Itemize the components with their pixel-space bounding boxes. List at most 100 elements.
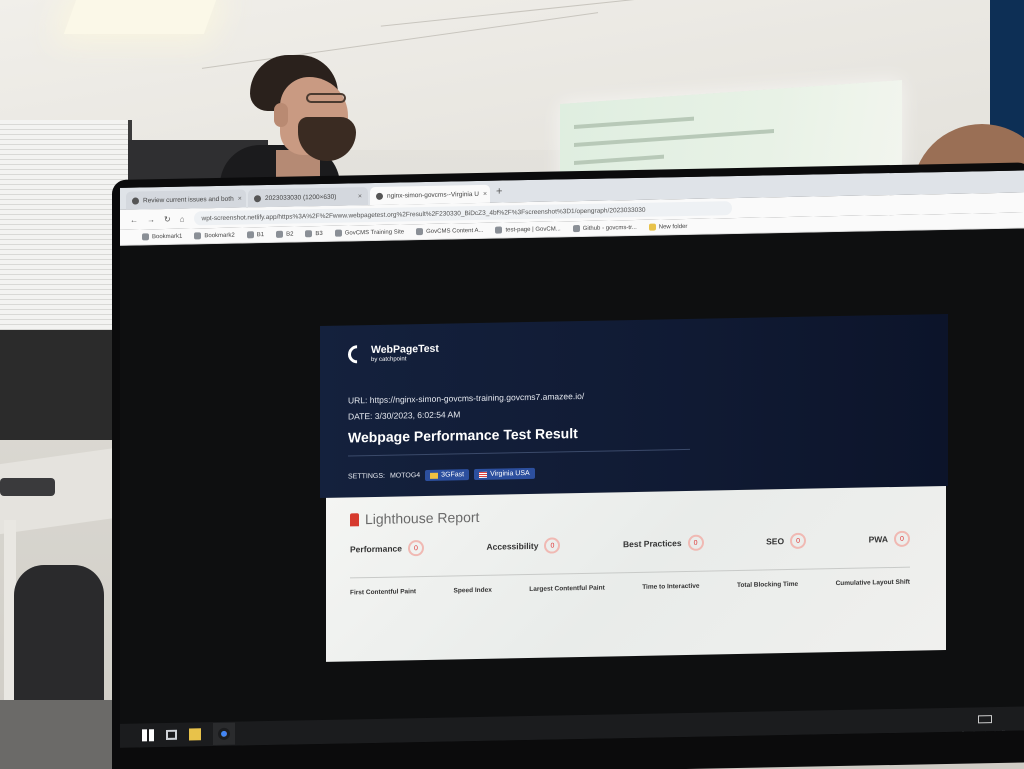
tab-favicon-icon [376,192,383,200]
bookmark-label: Bookmark1 [152,233,183,240]
score-label: Best Practices [623,538,682,550]
bookmark[interactable]: B3 [305,230,323,238]
settings-label: SETTINGS: [348,472,385,481]
bookmark-label: B1 [256,231,265,238]
tab-label: nginx-simon-govcms--Virginia U [387,190,479,200]
us-flag-icon [479,471,488,478]
home-icon[interactable]: ⌂ [180,214,185,223]
bookmark-icon [142,233,149,241]
tab-favicon-icon [132,196,139,205]
bookmark[interactable]: GovCMS Content A... [416,227,484,236]
logo-text: WebPageTest by catchpoint [371,342,439,363]
bookmark[interactable]: test-page | GovCM... [495,225,561,234]
windows-start-icon[interactable] [142,729,154,742]
logo-subtitle: by catchpoint [371,356,407,363]
lighthouse-metrics: First Contentful Paint Speed Index Large… [350,579,910,597]
bookmark-label: B2 [286,231,294,238]
bookmark-icon [305,230,313,238]
lighthouse-card: Lighthouse Report Performance 0 Accessibi… [326,485,946,662]
chrome-taskbar-button[interactable] [213,722,235,746]
gauge-icon [344,341,370,368]
close-icon[interactable]: × [483,190,487,197]
bookmark-label: B3 [315,230,323,237]
score-pwa: PWA 0 [868,530,910,548]
folder-icon [648,223,656,231]
score-label: Performance [350,543,402,555]
bookmark[interactable]: Bookmark1 [142,233,182,241]
bookmark[interactable]: B2 [276,230,294,238]
wpt-result-card: WebPageTest by catchpoint URL: https://ng… [320,313,948,499]
bookmark-icon [416,228,424,236]
activate-windows-watermark: Activate Win Go to Settings to [960,729,1012,748]
bookmark-icon [194,232,202,240]
screen: Review current issues and both × 20230330… [120,170,1024,748]
metric-label: First Contentful Paint [350,588,417,597]
location-badge: Virginia USA [474,467,535,481]
keyboard-tray-icon[interactable] [978,715,992,724]
bookmark-label: Github - govcms-tr... [582,224,637,232]
bookmark-label: test-page | GovCM... [505,225,561,233]
test-date: DATE: 3/30/2023, 6:02:54 AM [348,409,461,422]
page-title: Webpage Performance Test Result [348,425,578,446]
browser-tab[interactable]: Review current issues and both × [126,189,246,210]
url-text: wpt-screenshot.netlify.app/https%3A%2F%2… [201,206,646,222]
presenter-glasses [306,93,346,103]
signal-icon [430,472,439,479]
forward-icon[interactable]: → [147,215,155,224]
score-label: Accessibility [486,540,539,552]
score-value: 0 [790,532,807,549]
new-tab-button[interactable]: + [496,186,502,198]
location-label: Virginia USA [490,469,530,478]
lighthouse-icon [350,512,359,526]
reload-icon[interactable]: ↻ [164,214,171,223]
projection-line [574,116,694,129]
close-icon[interactable]: × [358,193,362,200]
bookmark-icon [334,229,342,237]
bookmark[interactable]: GovCMS Training Site [334,228,404,237]
wpt-logo: WebPageTest by catchpoint [344,341,439,368]
blue-wall-panel [990,0,1024,140]
connection-label: 3GFast [441,471,465,479]
device-label: MOTOG4 [389,472,421,480]
monitor: Review current issues and both × 20230330… [112,162,1024,769]
watermark-subline: Go to Settings to [960,739,1013,748]
projection-line [574,128,774,147]
lighthouse-scores: Performance 0 Accessibility 0 Best Practic… [350,530,910,558]
divider [350,566,910,579]
bookmark-label: Bookmark2 [204,232,235,239]
score-label: PWA [868,534,888,545]
divider [348,448,690,457]
bookmark[interactable]: Github - govcms-tr... [572,224,637,233]
bookmark-folder[interactable]: New folder [648,223,688,231]
score-best-practices: Best Practices 0 [623,534,704,553]
presenter-head [250,55,356,165]
tab-favicon-icon [254,194,261,202]
score-value: 0 [687,534,704,551]
score-seo: SEO 0 [766,532,807,550]
bookmark-label: New folder [658,223,688,231]
metric-label: Largest Contentful Paint [529,584,605,593]
tab-label: 2023033030 (1200×630) [265,193,337,202]
score-value: 0 [894,530,910,547]
browser-tab-active[interactable]: nginx-simon-govcms--Virginia U × [370,184,490,206]
test-url: URL: https://nginx-simon-govcms-training… [348,390,585,406]
bookmark-icon [495,226,503,234]
github-icon [572,225,580,233]
task-view-icon[interactable] [166,729,177,740]
browser-tab[interactable]: 2023033030 (1200×630) × [248,187,368,208]
tab-label: Review current issues and both [143,195,234,204]
keyboard [0,478,55,496]
score-value: 0 [544,537,561,554]
back-icon[interactable]: ← [130,215,138,224]
bookmark[interactable]: B1 [246,231,265,239]
bookmark-icon [246,231,254,239]
logo-title: WebPageTest [371,342,439,357]
close-icon[interactable]: × [238,195,242,202]
score-accessibility: Accessibility 0 [487,537,561,554]
chrome-icon [218,727,230,740]
file-explorer-icon[interactable] [189,728,201,741]
score-label: SEO [766,536,785,547]
lighthouse-title: Lighthouse Report [365,508,480,528]
bookmark[interactable]: Bookmark2 [194,232,235,240]
bookmark-label: GovCMS Content A... [426,227,484,235]
